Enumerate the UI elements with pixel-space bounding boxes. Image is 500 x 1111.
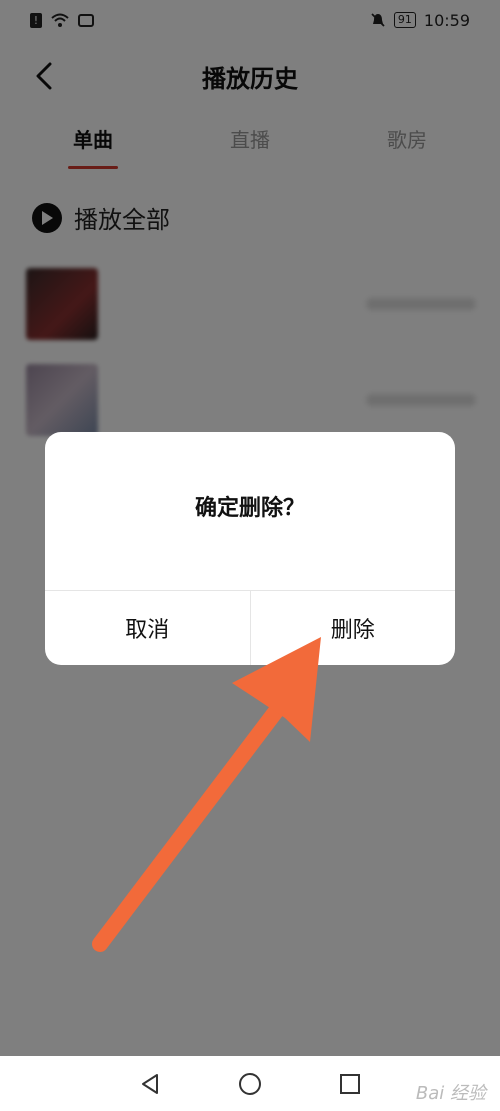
confirm-delete-dialog: 确定删除？ 取消 删除: [45, 432, 455, 665]
nav-back-icon[interactable]: [139, 1073, 161, 1095]
delete-button[interactable]: 删除: [249, 591, 456, 665]
dialog-actions: 取消 删除: [45, 590, 455, 665]
watermark: Bai 经验: [415, 1083, 486, 1104]
nav-home-icon[interactable]: [238, 1072, 262, 1096]
nav-recent-icon[interactable]: [339, 1073, 361, 1095]
dialog-title: 确定删除？: [194, 496, 305, 521]
cancel-button[interactable]: 取消: [45, 591, 250, 665]
